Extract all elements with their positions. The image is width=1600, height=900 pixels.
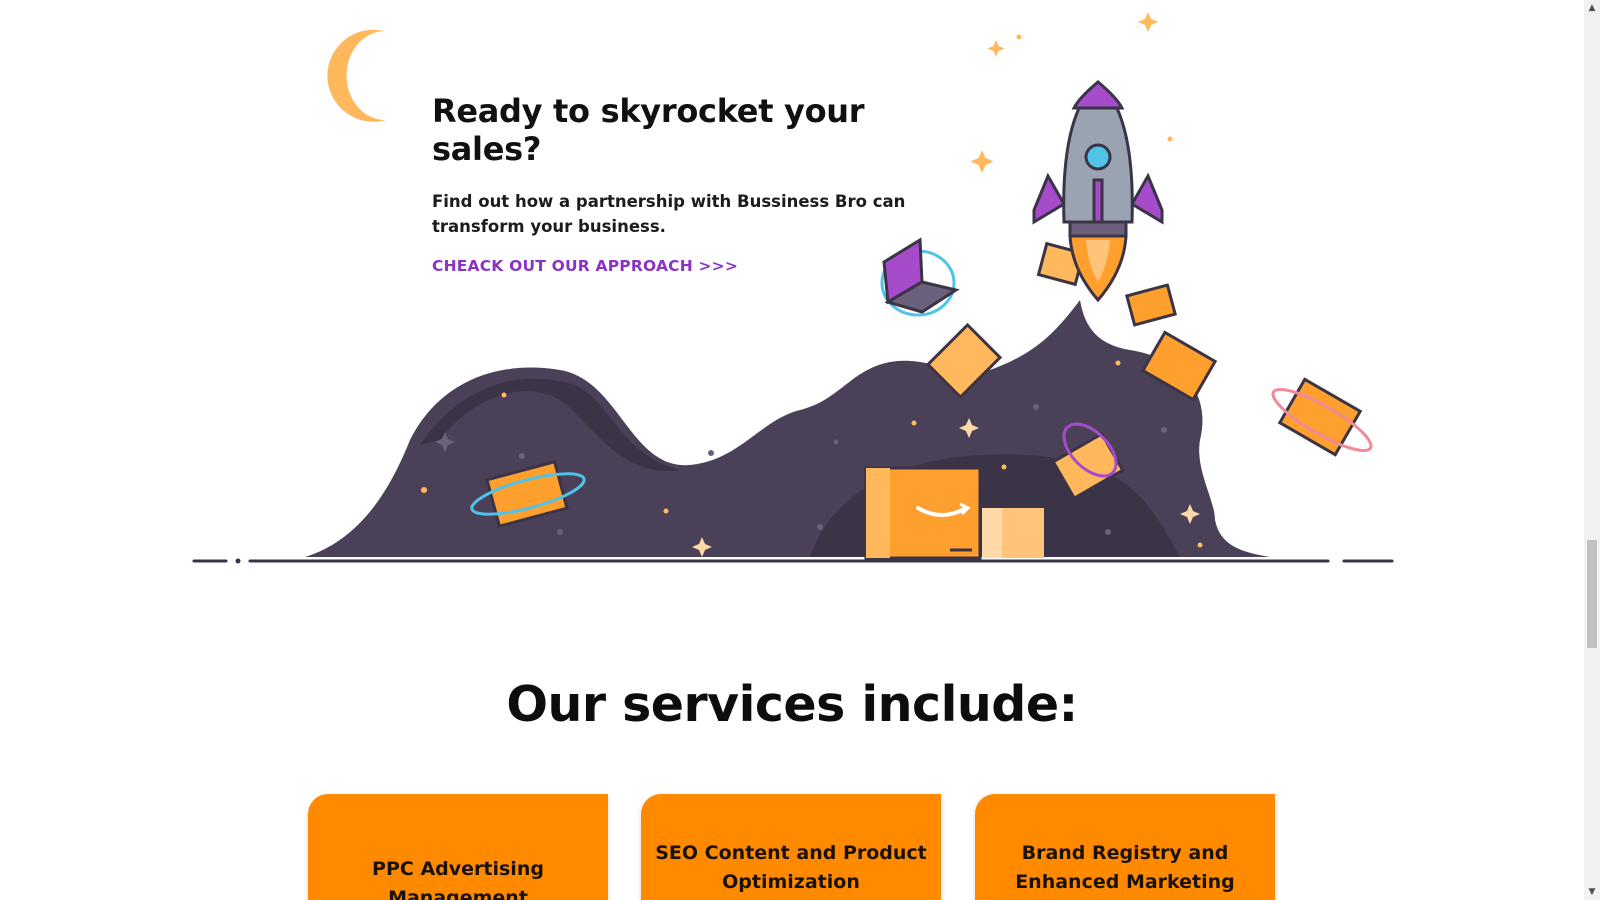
rocket-launch-illustration <box>192 12 1394 564</box>
hero-title: Ready to skyrocket your sales? <box>432 92 865 169</box>
scroll-down-arrow-icon[interactable]: ▼ <box>1584 884 1600 900</box>
service-card-brand-registry[interactable]: Brand Registry and Enhanced Marketing <box>975 794 1275 900</box>
hero-description: Find out how a partnership with Bussines… <box>432 191 906 236</box>
hero-section: Ready to skyrocket your sales? Find out … <box>432 92 952 275</box>
service-card-ppc[interactable]: PPC Advertising Management <box>308 794 608 900</box>
rocket-icon <box>1032 80 1164 238</box>
service-card-label: Brand Registry and Enhanced Marketing <box>1015 842 1235 893</box>
approach-link[interactable]: CHEACK OUT OUR APPROACH >>> <box>432 257 738 275</box>
service-card-seo[interactable]: SEO Content and Product Optimization <box>641 794 941 900</box>
scrollbar-thumb[interactable] <box>1587 540 1597 648</box>
service-card-label: PPC Advertising Management <box>372 858 544 900</box>
services-heading: Our services include: <box>506 676 1078 733</box>
service-card-label: SEO Content and Product Optimization <box>655 842 927 893</box>
moon-icon <box>327 29 386 122</box>
scroll-up-arrow-icon[interactable]: ▲ <box>1584 0 1600 16</box>
rocket-flame-icon <box>1068 234 1128 303</box>
page: Ready to skyrocket your sales? Find out … <box>0 0 1600 900</box>
vertical-scrollbar[interactable]: ▲ ▼ <box>1584 0 1600 900</box>
